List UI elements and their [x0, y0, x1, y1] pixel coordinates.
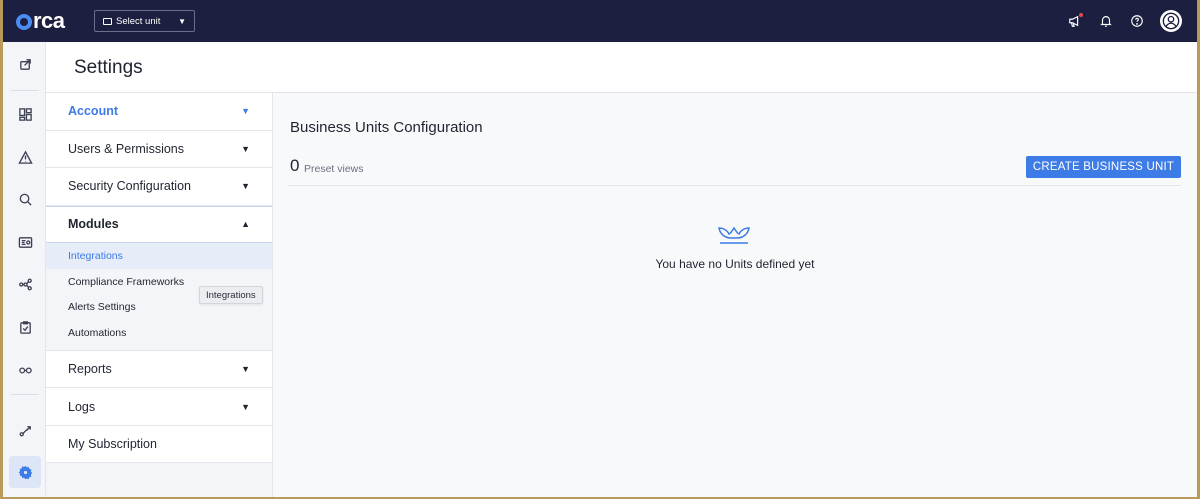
rail-divider	[11, 90, 39, 91]
menu-modules[interactable]: Modules ▲	[46, 205, 272, 243]
menu-users-permissions[interactable]: Users & Permissions ▼	[46, 130, 272, 168]
menu-my-subscription[interactable]: My Subscription	[46, 425, 272, 464]
caret-down-icon: ▼	[241, 143, 250, 154]
megaphone-icon[interactable]	[1066, 12, 1084, 30]
rail-unit-icon[interactable]	[9, 48, 41, 80]
menu-account-label: Account	[68, 104, 118, 119]
unit-select[interactable]: Select unit ▼	[94, 10, 195, 32]
unit-select-label: Select unit	[116, 15, 161, 27]
submenu-integrations[interactable]: Integrations	[46, 243, 272, 269]
preset-views-count: 0	[290, 156, 300, 175]
preset-views-label: Preset views	[304, 163, 364, 175]
whale-tail-icon	[718, 226, 750, 244]
alerts-icon[interactable]	[9, 141, 41, 173]
submenu-automations[interactable]: Automations	[46, 320, 272, 346]
top-bar: rca Select unit ▼	[0, 0, 1200, 42]
menu-logs-label: Logs	[68, 399, 96, 414]
integrations-tooltip: Integrations	[199, 286, 263, 304]
page-title: Settings	[74, 57, 143, 78]
create-business-unit-button[interactable]: CREATE BUSINESS UNIT	[1026, 156, 1181, 178]
caret-down-icon: ▼	[241, 181, 250, 192]
bell-icon[interactable]	[1097, 12, 1115, 30]
inventory-icon[interactable]	[9, 226, 41, 258]
caret-down-icon: ▼	[241, 401, 250, 412]
menu-reports-label: Reports	[68, 362, 112, 376]
graph-icon[interactable]	[9, 268, 41, 300]
page-header: Settings	[46, 42, 1197, 93]
user-avatar[interactable]	[1160, 10, 1182, 32]
logo-ring-icon	[16, 14, 32, 30]
orca-logo[interactable]: rca	[16, 8, 78, 34]
glasses-icon[interactable]	[9, 353, 41, 385]
settings-gear-icon[interactable]	[9, 456, 41, 488]
caret-down-icon: ▼	[241, 106, 250, 117]
compliance-icon[interactable]	[9, 311, 41, 343]
left-rail	[3, 42, 46, 499]
unit-icon	[103, 17, 112, 25]
menu-logs[interactable]: Logs ▼	[46, 388, 272, 426]
caret-down-icon: ▼	[241, 364, 250, 374]
menu-security-label: Security Configuration	[68, 179, 191, 194]
section-title: Business Units Configuration	[290, 119, 483, 136]
caret-up-icon: ▲	[241, 219, 250, 230]
help-icon[interactable]	[1128, 12, 1146, 30]
main-content: Business Units Configuration 0 Preset vi…	[273, 93, 1197, 499]
empty-state-text: You have no Units defined yet	[655, 257, 815, 271]
logo-wordmark: rca	[33, 8, 65, 33]
menu-modules-label: Modules	[68, 217, 119, 232]
menu-subscription-label: My Subscription	[68, 437, 157, 451]
shift-left-icon[interactable]	[9, 414, 41, 446]
search-icon[interactable]	[9, 183, 41, 215]
menu-users-label: Users & Permissions	[68, 141, 184, 156]
dashboard-icon[interactable]	[9, 98, 41, 130]
rail-divider	[11, 394, 39, 395]
content-divider	[288, 185, 1181, 186]
chevron-down-icon: ▼	[178, 16, 186, 26]
menu-security-configuration[interactable]: Security Configuration ▼	[46, 168, 272, 206]
menu-reports[interactable]: Reports ▼	[46, 350, 272, 389]
menu-account[interactable]: Account ▼	[46, 93, 272, 131]
notification-dot	[1079, 13, 1083, 17]
